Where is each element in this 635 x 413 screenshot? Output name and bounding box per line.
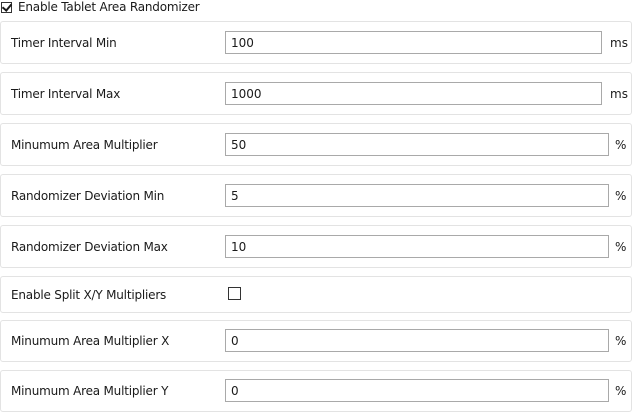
split-xy-row: Enable Split X/Y Multipliers [0,276,632,313]
min-area-multiplier-x-unit: % [615,334,627,348]
enable-randomizer-checkbox[interactable] [1,0,13,13]
split-xy-label: Enable Split X/Y Multipliers [11,287,167,302]
checkmark-icon [1,0,13,12]
deviation-min-row: Randomizer Deviation Min % [0,174,632,217]
timer-interval-min-row: Timer Interval Min ms [0,21,632,64]
min-area-multiplier-row: Minumum Area Multiplier % [0,123,632,166]
deviation-max-row: Randomizer Deviation Max % [0,225,632,268]
min-area-multiplier-y-input[interactable] [225,379,609,402]
min-area-multiplier-input[interactable] [225,133,609,156]
timer-interval-max-input[interactable] [225,82,602,105]
min-area-multiplier-label: Minumum Area Multiplier [11,137,158,152]
timer-interval-max-label: Timer Interval Max [11,86,121,101]
min-area-multiplier-x-label: Minumum Area Multiplier X [11,334,170,348]
timer-interval-min-label: Timer Interval Min [11,35,117,50]
timer-interval-max-row: Timer Interval Max ms [0,72,632,115]
min-area-multiplier-x-row: Minumum Area Multiplier X % [0,320,632,362]
split-xy-checkbox[interactable] [228,287,241,300]
min-area-multiplier-unit: % [615,137,627,152]
timer-interval-min-unit: ms [610,35,628,50]
min-area-multiplier-y-unit: % [615,384,627,398]
timer-interval-min-input[interactable] [225,31,602,54]
timer-interval-max-unit: ms [610,86,628,101]
min-area-multiplier-x-input[interactable] [225,329,609,352]
enable-randomizer-label: Enable Tablet Area Randomizer [18,0,200,14]
deviation-min-input[interactable] [225,184,609,207]
deviation-max-unit: % [615,239,627,254]
min-area-multiplier-y-row: Minumum Area Multiplier Y % [0,370,632,412]
deviation-max-input[interactable] [225,235,609,258]
enable-randomizer-toggle[interactable]: Enable Tablet Area Randomizer [0,0,200,14]
deviation-max-label: Randomizer Deviation Max [11,239,168,254]
min-area-multiplier-y-label: Minumum Area Multiplier Y [11,384,169,398]
deviation-min-label: Randomizer Deviation Min [11,188,165,203]
deviation-min-unit: % [615,188,627,203]
